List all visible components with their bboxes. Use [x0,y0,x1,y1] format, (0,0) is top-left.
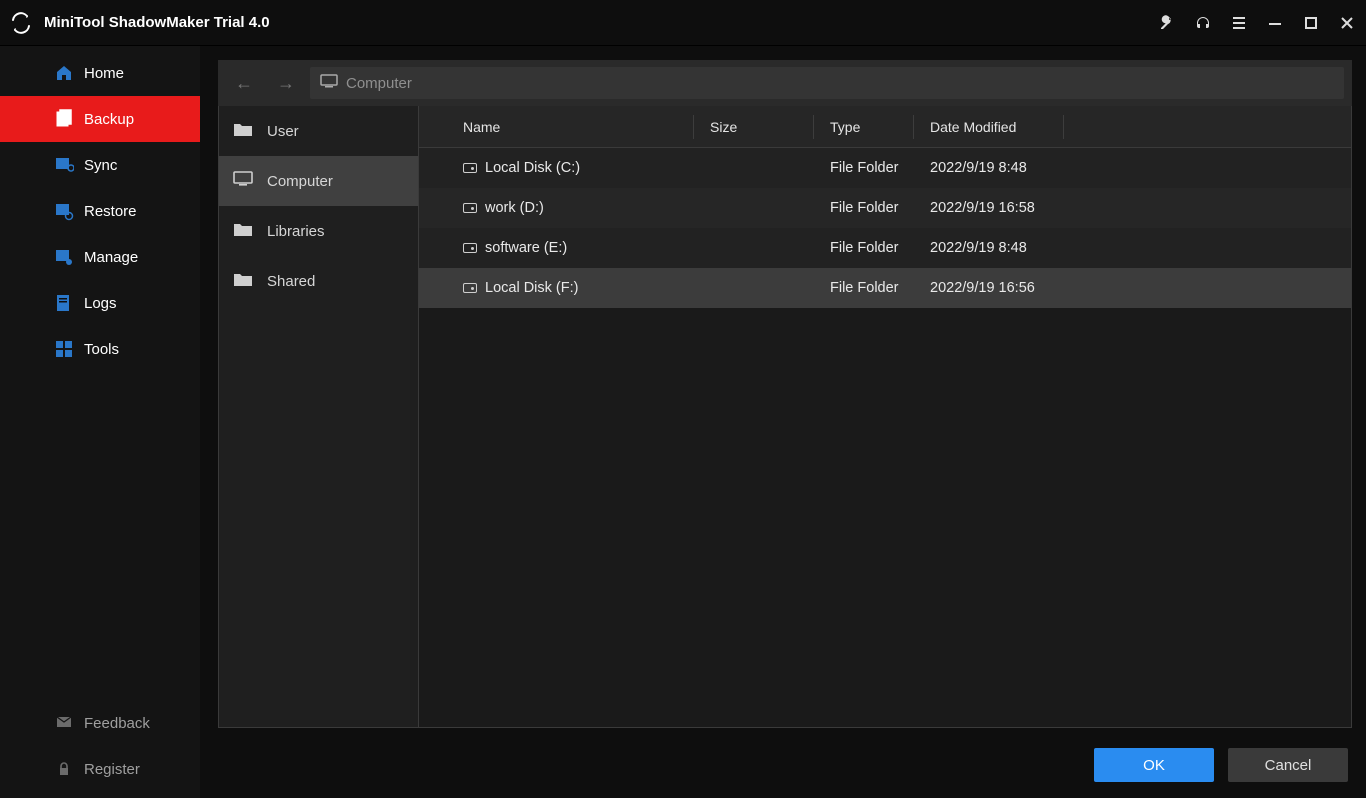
side-item-libraries[interactable]: Libraries [219,206,418,256]
side-item-label: Computer [267,173,333,190]
cell-name: software (E:) [485,240,567,256]
folder-user-icon [233,121,253,141]
folder-icon [233,271,253,291]
browser-content: User Computer Libraries Shared [218,106,1352,728]
table-row[interactable]: Local Disk (C:) File Folder 2022/9/19 8:… [419,148,1351,188]
logs-icon [54,293,74,313]
nav-label: Logs [84,295,117,312]
backup-icon [54,109,74,129]
tools-icon [54,339,74,359]
footer: OK Cancel [218,728,1352,786]
pathbar: ← → Computer [218,60,1352,106]
nav-label: Feedback [84,715,150,732]
sidebar-bottom: Feedback Register [0,700,200,798]
nav-label: Tools [84,341,119,358]
drive-icon [463,163,477,173]
headset-icon[interactable] [1194,14,1212,32]
sidebar: Home Backup Sync Restore Manage Logs [0,46,200,798]
key-icon[interactable] [1158,14,1176,32]
feedback-icon [54,713,74,733]
restore-icon [54,201,74,221]
nav-sync[interactable]: Sync [0,142,200,188]
nav-tools[interactable]: Tools [0,326,200,372]
side-item-computer[interactable]: Computer [219,156,418,206]
cell-type: File Folder [814,280,914,296]
cell-name: Local Disk (C:) [485,160,580,176]
titlebar-left: MiniTool ShadowMaker Trial 4.0 [8,10,270,36]
titlebar-right [1158,14,1356,32]
file-pane: Name Size Type Date Modified Local Disk … [419,106,1351,727]
sync-icon [54,155,74,175]
titlebar: MiniTool ShadowMaker Trial 4.0 [0,0,1366,46]
nav-register[interactable]: Register [0,746,200,792]
minimize-icon[interactable] [1266,14,1284,32]
col-type[interactable]: Type [814,115,914,139]
side-item-label: User [267,123,299,140]
nav-back-icon[interactable]: ← [226,69,262,97]
cell-date: 2022/9/19 8:48 [914,160,1351,176]
cell-date: 2022/9/19 16:58 [914,200,1351,216]
table-row[interactable]: software (E:) File Folder 2022/9/19 8:48 [419,228,1351,268]
cell-type: File Folder [814,240,914,256]
side-item-user[interactable]: User [219,106,418,156]
cell-name: Local Disk (F:) [485,280,578,296]
rows: Local Disk (C:) File Folder 2022/9/19 8:… [419,148,1351,727]
nav-label: Sync [84,157,117,174]
drive-icon [463,243,477,253]
nav-label: Home [84,65,124,82]
table-row[interactable]: Local Disk (F:) File Folder 2022/9/19 16… [419,268,1351,308]
nav-manage[interactable]: Manage [0,234,200,280]
nav: Home Backup Sync Restore Manage Logs [0,50,200,700]
nav-restore[interactable]: Restore [0,188,200,234]
nav-label: Restore [84,203,137,220]
path-box[interactable]: Computer [310,67,1344,99]
col-date[interactable]: Date Modified [914,115,1064,139]
menu-icon[interactable] [1230,14,1248,32]
cell-name: work (D:) [485,200,544,216]
maximize-icon[interactable] [1302,14,1320,32]
cell-type: File Folder [814,160,914,176]
column-headers: Name Size Type Date Modified [419,106,1351,148]
col-size[interactable]: Size [694,115,814,139]
nav-feedback[interactable]: Feedback [0,700,200,746]
path-label: Computer [346,75,412,92]
side-item-shared[interactable]: Shared [219,256,418,306]
side-item-label: Libraries [267,223,325,240]
app-title: MiniTool ShadowMaker Trial 4.0 [44,14,270,31]
main: ← → Computer User Computer [200,46,1366,798]
monitor-icon [233,171,253,191]
nav-label: Backup [84,111,134,128]
home-icon [54,63,74,83]
col-name[interactable]: Name [419,115,694,139]
nav-home[interactable]: Home [0,50,200,96]
register-icon [54,759,74,779]
table-row[interactable]: work (D:) File Folder 2022/9/19 16:58 [419,188,1351,228]
side-item-label: Shared [267,273,315,290]
app-logo-icon [8,10,34,36]
cancel-button[interactable]: Cancel [1228,748,1348,782]
cell-date: 2022/9/19 8:48 [914,240,1351,256]
side-panel: User Computer Libraries Shared [219,106,419,727]
ok-button[interactable]: OK [1094,748,1214,782]
close-icon[interactable] [1338,14,1356,32]
nav-logs[interactable]: Logs [0,280,200,326]
folder-icon [233,221,253,241]
file-browser: ← → Computer User Computer [218,60,1352,728]
manage-icon [54,247,74,267]
cell-type: File Folder [814,200,914,216]
nav-forward-icon[interactable]: → [268,69,304,97]
computer-icon [320,74,338,92]
nav-backup[interactable]: Backup [0,96,200,142]
cell-date: 2022/9/19 16:56 [914,280,1351,296]
drive-icon [463,283,477,293]
nav-label: Register [84,761,140,778]
drive-icon [463,203,477,213]
nav-label: Manage [84,249,138,266]
